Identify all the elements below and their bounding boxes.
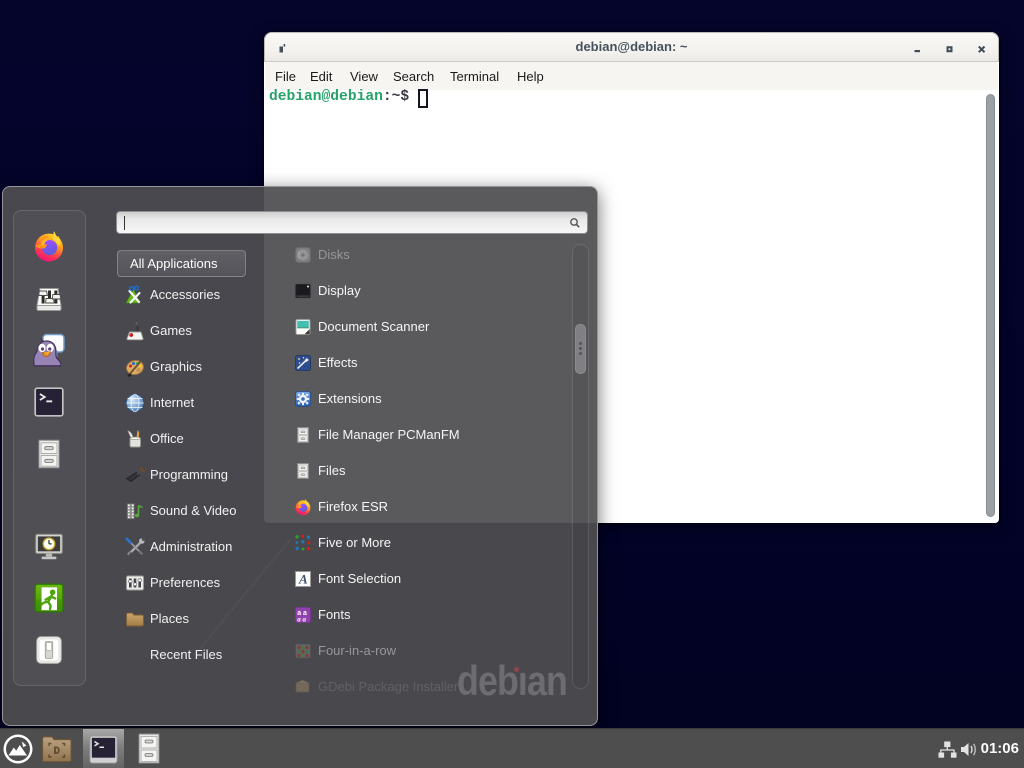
svg-text:a a: a a [297, 616, 306, 624]
svg-text:A: A [298, 572, 308, 587]
